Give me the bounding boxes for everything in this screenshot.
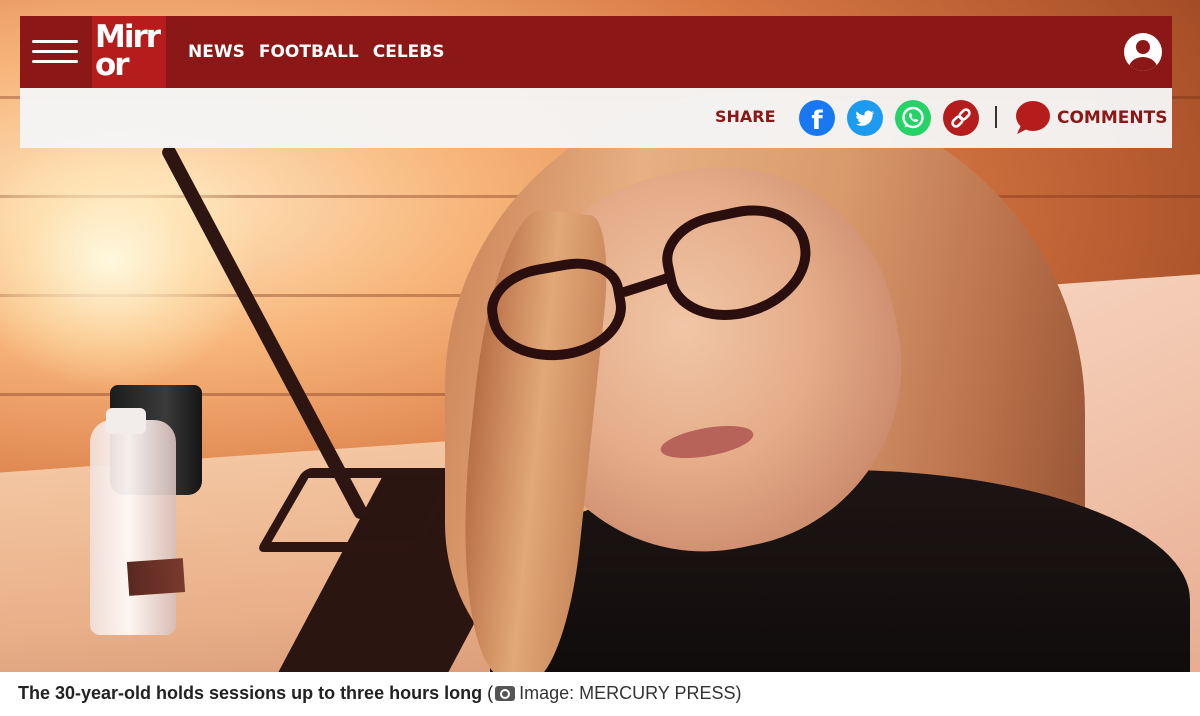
caption-text: The 30-year-old holds sessions up to thr… xyxy=(18,683,483,703)
facebook-glyph: f xyxy=(811,106,823,136)
bottle-label xyxy=(126,558,186,596)
nav-celebs[interactable]: CELEBS xyxy=(373,42,445,62)
comments-button[interactable]: COMMENTS xyxy=(1013,98,1167,138)
account-head xyxy=(1136,40,1150,54)
mirror-logo[interactable]: Mirr or xyxy=(92,16,166,88)
share-bar: SHARE f COMMENTS xyxy=(20,88,1172,148)
logo-line-2: or xyxy=(95,47,130,83)
link-icon[interactable] xyxy=(943,100,979,136)
facebook-icon[interactable]: f xyxy=(799,100,835,136)
nav-news[interactable]: NEWS xyxy=(188,42,245,62)
hamburger-icon[interactable] xyxy=(32,36,78,68)
comment-bubble-icon xyxy=(1016,101,1050,134)
camera-icon xyxy=(495,686,516,701)
twitter-bird xyxy=(856,110,874,126)
caption-open-paren: ( xyxy=(482,683,494,703)
bottle-cap xyxy=(106,408,146,434)
menu-line xyxy=(32,50,78,53)
share-divider xyxy=(995,106,997,128)
primary-nav: NEWS FOOTBALL CELEBS xyxy=(188,16,445,88)
twitter-icon[interactable] xyxy=(847,100,883,136)
caption-credit: Image: MERCURY PRESS) xyxy=(519,683,742,703)
photo-caption: The 30-year-old holds sessions up to thr… xyxy=(0,672,1200,716)
account-shoulders xyxy=(1129,57,1157,71)
share-label: SHARE xyxy=(715,107,776,126)
water-bottle xyxy=(90,420,176,635)
nav-football[interactable]: FOOTBALL xyxy=(259,42,359,62)
menu-line xyxy=(32,40,78,43)
menu-line xyxy=(32,60,78,63)
whatsapp-icon[interactable] xyxy=(895,100,931,136)
site-header: Mirr or NEWS FOOTBALL CELEBS xyxy=(20,16,1172,88)
chain-link xyxy=(951,108,971,128)
comments-label: COMMENTS xyxy=(1057,108,1168,128)
whatsapp-phone xyxy=(902,106,924,129)
account-icon[interactable] xyxy=(1124,33,1162,71)
